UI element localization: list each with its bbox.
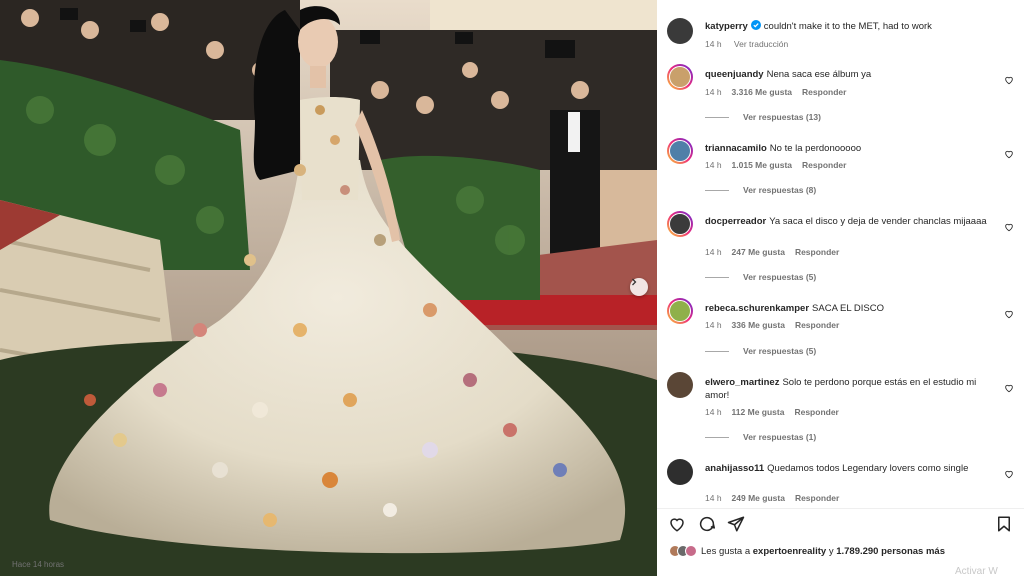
comment-likes[interactable]: 3.316 Me gusta [732,87,792,97]
comment-likes[interactable]: 336 Me gusta [732,320,785,330]
avatar [685,545,697,557]
comment-text: SACA EL DISCO [812,303,885,314]
comment-likes[interactable]: 249 Me gusta [732,493,785,503]
heart-icon[interactable] [1004,219,1014,237]
comment-time: 14 h [705,247,722,257]
comment-text: Ya saca el disco y deja de vender chancl… [769,216,987,227]
view-replies-button[interactable]: Ver respuestas (5) [705,346,816,356]
comment-time: 14 h [705,407,722,417]
post-photo-illustration [0,0,657,576]
post-timestamp: Hace 14 horas [12,560,65,569]
comments-list: katyperry couldn't make it to the MET, ha… [657,0,1024,508]
heart-icon[interactable] [1004,146,1014,164]
avatar[interactable] [667,298,693,324]
heart-icon[interactable] [1004,380,1014,398]
likes-user[interactable]: expertoenreality [753,546,826,557]
translate-link[interactable]: Ver traducción [734,39,788,49]
comment-time: 14 h [705,87,722,97]
view-replies-button[interactable]: Ver respuestas (8) [705,185,816,195]
comment-text: Nena saca ese álbum ya [766,69,872,80]
share-icon[interactable] [727,515,745,538]
likes-summary[interactable]: Les gusta a expertoenreality y 1.789.290… [669,545,945,557]
comment-panel: katyperry couldn't make it to the MET, ha… [657,0,1024,576]
reply-button[interactable]: Responder [795,320,839,330]
avatar[interactable] [667,372,693,398]
comment-username[interactable]: docperreador [705,216,766,227]
reply-button[interactable]: Responder [795,247,839,257]
comment-username[interactable]: rebeca.schurenkamper [705,303,809,314]
likes-count[interactable]: 1.789.290 personas más [836,546,945,557]
comment-time: 14 h [705,160,722,170]
comment-username[interactable]: triannacamilo [705,143,767,154]
next-image-button[interactable] [630,278,648,296]
comment-text: Quedamos todos Legendary lovers como sin… [767,463,969,474]
comment-icon[interactable] [698,515,716,538]
view-replies-button[interactable]: Ver respuestas (13) [705,112,821,122]
comment-username[interactable]: queenjuandy [705,69,764,80]
bookmark-icon[interactable] [995,515,1013,538]
avatar[interactable] [667,138,693,164]
likes-prefix: Les gusta a [701,545,751,557]
heart-icon[interactable] [1004,306,1014,324]
reply-button[interactable]: Responder [795,493,839,503]
reply-button[interactable]: Responder [802,160,846,170]
heart-icon[interactable] [1004,72,1014,90]
avatar[interactable] [667,18,693,44]
comment-time: 14 h [705,320,722,330]
view-replies-button[interactable]: Ver respuestas (1) [705,432,816,442]
heart-icon[interactable] [1004,466,1014,484]
comment-text: No te la perdonooooo [769,143,862,154]
comment-username[interactable]: anahijasso11 [705,463,764,474]
comment-likes[interactable]: 1.015 Me gusta [732,160,792,170]
caption-time: 14 h [705,39,722,49]
avatar[interactable] [667,459,693,485]
comment-likes[interactable]: 112 Me gusta [732,407,785,417]
avatar[interactable] [667,211,693,237]
caption-username[interactable]: katyperry [705,21,748,32]
reply-button[interactable]: Responder [794,407,838,417]
avatar[interactable] [667,64,693,90]
post-image [0,0,657,576]
heart-icon[interactable] [668,515,686,538]
comment-likes[interactable]: 247 Me gusta [732,247,785,257]
caption-text: couldn't make it to the MET, had to work [763,21,932,32]
windows-activation-watermark: Activar W [955,566,998,576]
comment-time: 14 h [705,493,722,503]
view-replies-button[interactable]: Ver respuestas (5) [705,272,816,282]
likes-connector: y [828,545,834,557]
comment-username[interactable]: elwero_martinez [705,377,779,388]
verified-icon [750,20,761,34]
reply-button[interactable]: Responder [802,87,846,97]
